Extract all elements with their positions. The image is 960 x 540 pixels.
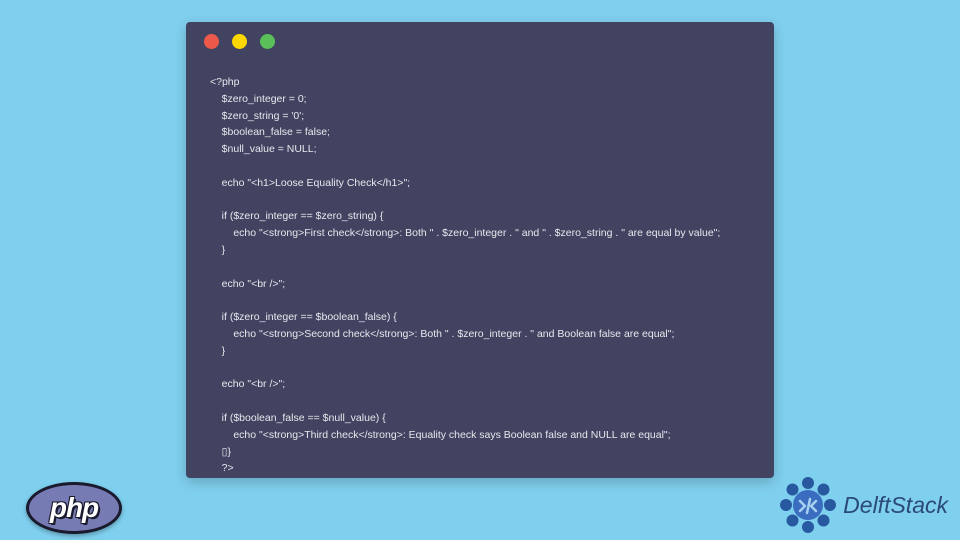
minimize-icon: [232, 34, 247, 49]
delftstack-logo: DelftStack: [779, 476, 948, 534]
php-logo-text: php: [50, 492, 98, 524]
code-content: <?php $zero_integer = 0; $zero_string = …: [186, 60, 774, 491]
delftstack-logo-text: DelftStack: [843, 492, 948, 519]
code-window: <?php $zero_integer = 0; $zero_string = …: [186, 22, 774, 478]
close-icon: [204, 34, 219, 49]
maximize-icon: [260, 34, 275, 49]
php-logo: php: [26, 482, 122, 534]
window-title-bar: [186, 22, 774, 60]
delftstack-icon: [779, 476, 837, 534]
